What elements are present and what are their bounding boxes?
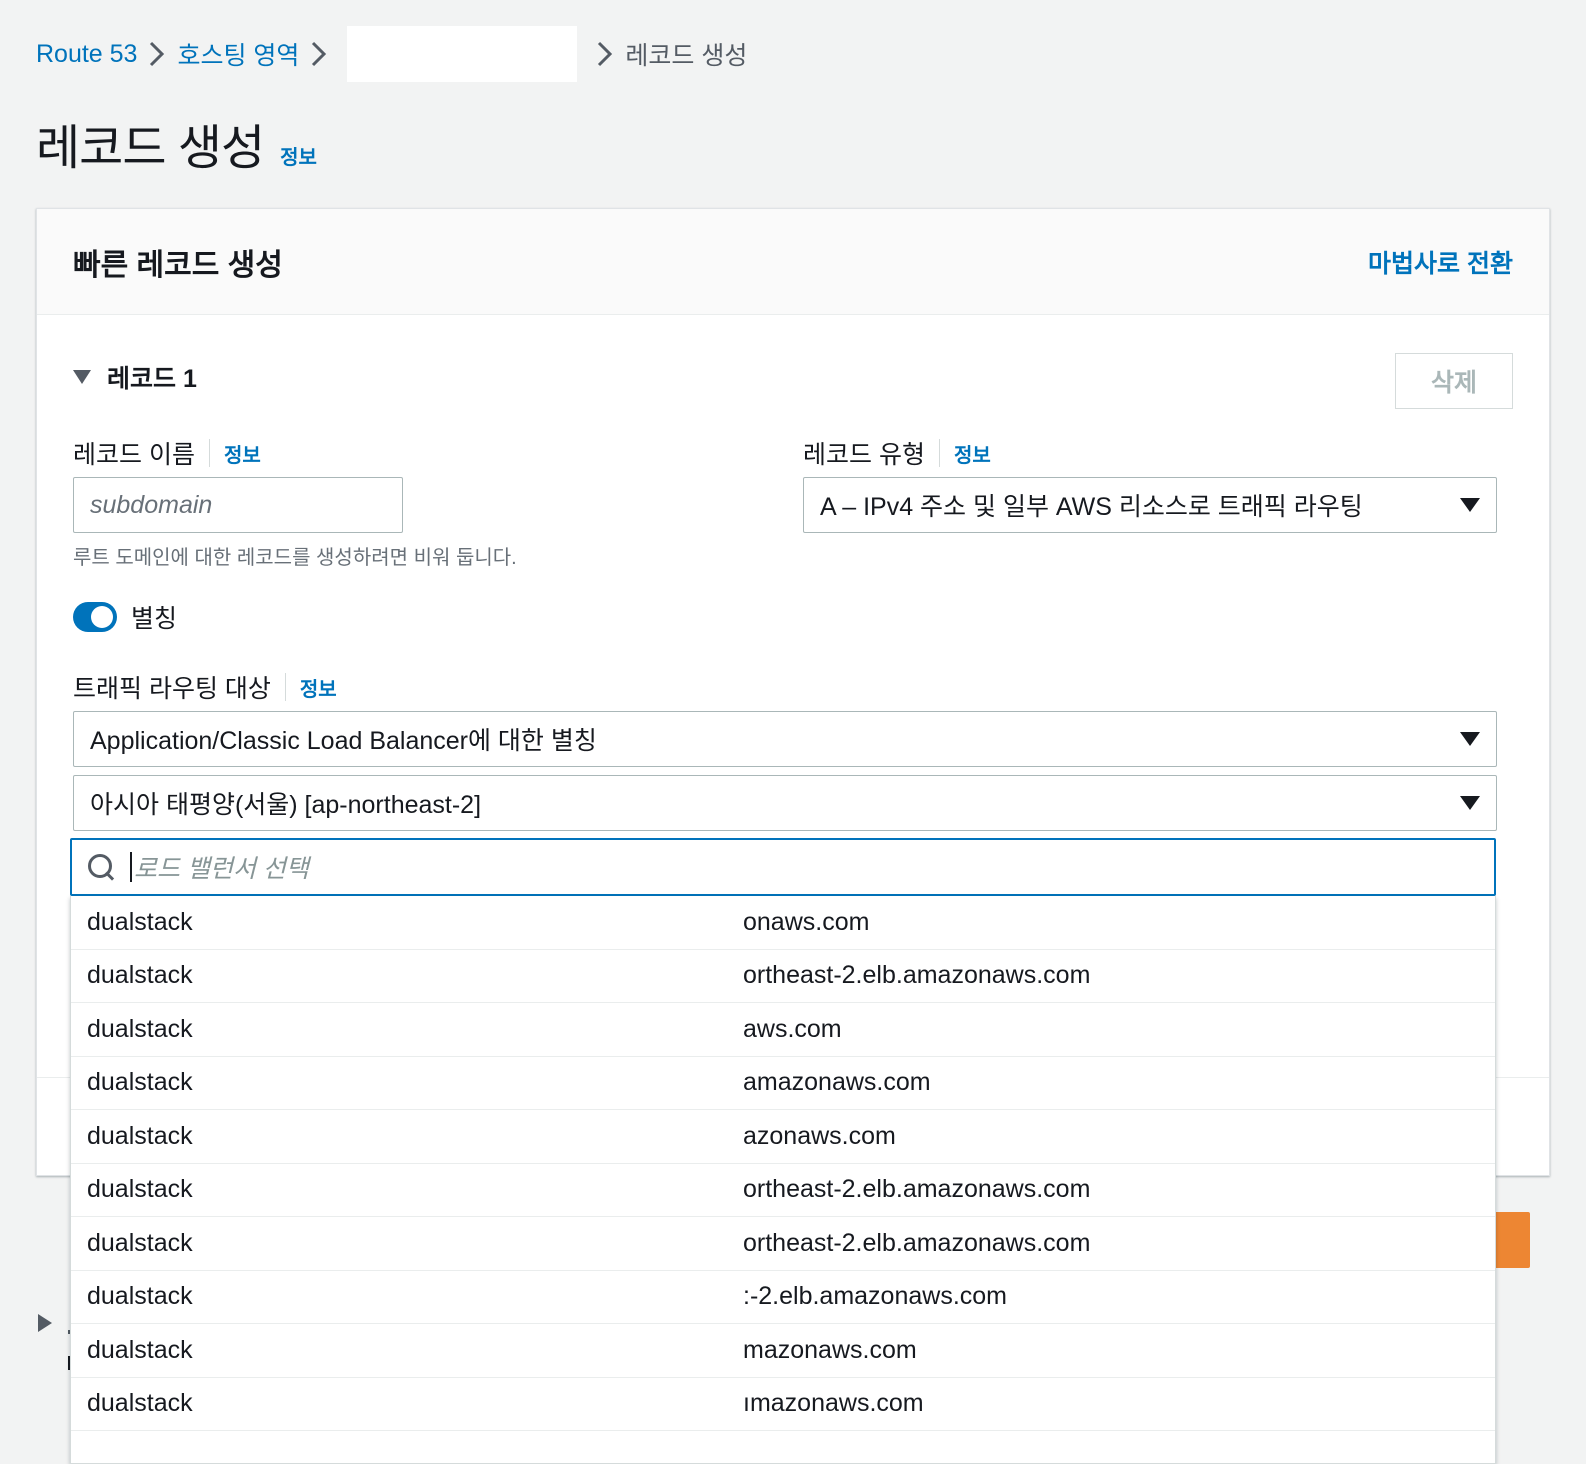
route-target-label: 트래픽 라우팅 대상 xyxy=(73,675,271,703)
list-item[interactable]: dualstack onaws.com xyxy=(71,896,1495,950)
divider xyxy=(208,439,210,467)
panel-title: 빠른 레코드 생성 xyxy=(73,248,283,282)
option-suffix: amazonaws.com xyxy=(743,1068,931,1097)
list-item[interactable]: dualstack mazonaws.com xyxy=(71,1324,1495,1378)
page-info-link[interactable]: 정보 xyxy=(280,141,317,170)
redacted-area xyxy=(195,1217,743,1270)
record-name-placeholder: subdomain xyxy=(90,490,213,519)
option-suffix: ımazonaws.com xyxy=(743,1389,924,1418)
record-name-input[interactable]: subdomain xyxy=(73,477,403,533)
record-name-hint: 루트 도메인에 대한 레코드를 생성하려면 비워 둡니다. xyxy=(73,547,517,569)
redacted-area xyxy=(195,1056,743,1109)
chevron-right-icon xyxy=(137,34,177,74)
list-item[interactable]: dualstack ortheast-2.elb.amazonaws.com xyxy=(71,949,1495,1003)
option-suffix: mazonaws.com xyxy=(743,1335,917,1364)
endpoint-type-select[interactable]: Application/Classic Load Balancer에 대한 별칭 xyxy=(73,711,1497,767)
redacted-area xyxy=(195,1110,743,1163)
panel-header: 빠른 레코드 생성 마법사로 전환 xyxy=(37,209,1549,315)
option-prefix: dualstack xyxy=(87,1175,193,1204)
text-cursor xyxy=(130,852,132,882)
page-header: 레코드 생성 정보 xyxy=(36,108,317,178)
option-prefix: dualstack xyxy=(87,1121,193,1150)
record-type-label: 레코드 유형 xyxy=(803,441,925,469)
option-suffix: onaws.com xyxy=(743,907,870,936)
option-prefix: dualstack xyxy=(87,1389,193,1418)
option-prefix: dualstack xyxy=(87,961,193,990)
alias-label: 별칭 xyxy=(131,605,178,633)
search-icon xyxy=(86,852,116,882)
option-prefix: dualstack xyxy=(87,1335,193,1364)
list-item[interactable]: dualstack ortheast-2.elb.amazonaws.com xyxy=(71,1163,1495,1217)
breadcrumb-route53[interactable]: Route 53 xyxy=(36,40,137,69)
region-select[interactable]: 아시아 태평양(서울) [ap-northeast-2] xyxy=(73,775,1497,831)
redacted-area xyxy=(195,896,743,949)
list-item[interactable]: dualstack ımazonaws.com xyxy=(71,1377,1495,1431)
list-item[interactable]: dualstack :-2.elb.amazonaws.com xyxy=(71,1270,1495,1324)
breadcrumb-current: 레코드 생성 xyxy=(625,42,748,70)
list-item[interactable]: dualstack aws.com xyxy=(71,1003,1495,1057)
route-target-info-link[interactable]: 정보 xyxy=(300,673,337,702)
record-name-info-link[interactable]: 정보 xyxy=(224,439,261,468)
caret-down-icon xyxy=(1460,732,1480,746)
record-type-value: A – IPv4 주소 및 일부 AWS 리소스로 트래픽 라우팅 xyxy=(820,493,1363,521)
alias-toggle-row: 별칭 xyxy=(73,599,177,635)
redacted-area xyxy=(195,1270,743,1323)
redacted-area xyxy=(195,1163,743,1216)
divider xyxy=(938,439,940,467)
route-target-label-row: 트래픽 라우팅 대상 정보 xyxy=(73,669,337,705)
option-prefix: dualstack xyxy=(87,1228,193,1257)
option-prefix: dualstack xyxy=(87,907,193,936)
option-suffix: ortheast-2.elb.amazonaws.com xyxy=(743,1175,1091,1204)
option-prefix: dualstack xyxy=(87,1068,193,1097)
load-balancer-dropdown: dualstack onaws.com dualstack ortheast-2.e… xyxy=(70,896,1496,1464)
breadcrumb-redacted-zone[interactable] xyxy=(347,26,578,82)
record-type-info-link[interactable]: 정보 xyxy=(954,439,991,468)
option-suffix: :-2.elb.amazonaws.com xyxy=(743,1282,1008,1311)
redacted-area xyxy=(195,1324,743,1377)
breadcrumb-hosted-zones[interactable]: 호스팅 영역 xyxy=(177,36,299,72)
option-prefix: dualstack xyxy=(87,1282,193,1311)
record-name-label: 레코드 이름 xyxy=(73,441,195,469)
list-item[interactable] xyxy=(71,1431,1495,1463)
load-balancer-search-placeholder: 로드 밸런서 선택 xyxy=(134,855,309,883)
region-value: 아시아 태평양(서울) [ap-northeast-2] xyxy=(90,791,482,819)
page-title: 레코드 생성 xyxy=(36,122,265,175)
list-item[interactable]: dualstack azonaws.com xyxy=(71,1110,1495,1164)
breadcrumb: Route 53 호스팅 영역 레코드 생성 xyxy=(36,26,748,82)
record-section-toggle[interactable]: 레코드 1 xyxy=(73,359,197,395)
option-suffix: ortheast-2.elb.amazonaws.com xyxy=(743,1228,1091,1257)
record-name-label-row: 레코드 이름 정보 xyxy=(73,435,261,471)
caret-down-icon xyxy=(1460,796,1480,810)
chevron-right-icon xyxy=(585,34,625,74)
chevron-right-icon xyxy=(299,34,339,74)
delete-record-button[interactable]: 삭제 xyxy=(1395,353,1513,409)
load-balancer-search-input[interactable]: 로드 밸런서 선택 xyxy=(70,838,1496,896)
option-suffix: azonaws.com xyxy=(743,1121,896,1150)
option-prefix: dualstack xyxy=(87,1014,193,1043)
redacted-area xyxy=(195,949,743,1002)
switch-to-wizard-link[interactable]: 마법사로 전환 xyxy=(1368,244,1513,280)
redacted-area xyxy=(195,1003,743,1056)
record-type-label-row: 레코드 유형 정보 xyxy=(803,435,991,471)
redacted-area xyxy=(195,1377,743,1430)
option-suffix: aws.com xyxy=(743,1014,842,1043)
caret-down-icon xyxy=(1460,498,1480,512)
option-suffix: ortheast-2.elb.amazonaws.com xyxy=(743,961,1091,990)
record-heading: 레코드 1 xyxy=(107,365,197,393)
alias-toggle[interactable] xyxy=(73,602,117,632)
caret-right-icon[interactable] xyxy=(38,1314,52,1332)
caret-down-icon xyxy=(73,370,91,384)
list-item[interactable]: dualstack amazonaws.com xyxy=(71,1056,1495,1110)
record-type-select[interactable]: A – IPv4 주소 및 일부 AWS 리소스로 트래픽 라우팅 xyxy=(803,477,1497,533)
divider xyxy=(284,673,286,701)
endpoint-type-value: Application/Classic Load Balancer에 대한 별칭 xyxy=(90,727,597,755)
list-item[interactable]: dualstack ortheast-2.elb.amazonaws.com xyxy=(71,1217,1495,1271)
